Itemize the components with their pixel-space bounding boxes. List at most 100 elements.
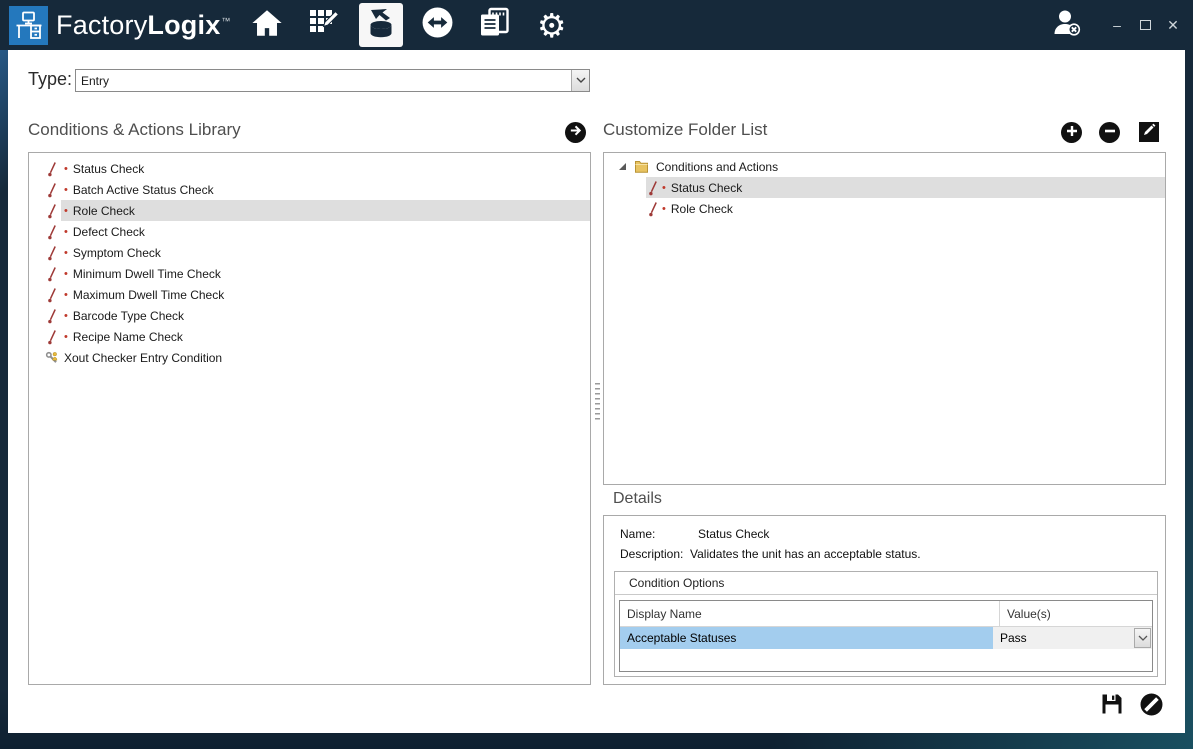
condition-options-group: Condition Options Display Name Value(s) …	[614, 571, 1158, 677]
library-item[interactable]: • Role Check	[29, 200, 590, 221]
maximize-button[interactable]	[1137, 17, 1153, 33]
library-item[interactable]: • Symptom Check	[29, 242, 590, 263]
bottom-actions	[1100, 695, 1163, 718]
description-value: Validates the unit has an acceptable sta…	[690, 547, 921, 561]
bullet-icon: •	[64, 331, 68, 343]
panel-splitter-grip[interactable]	[594, 383, 600, 423]
cancel-button[interactable]	[1140, 695, 1163, 718]
nav-settings[interactable]: ⚙	[530, 3, 574, 47]
library-item[interactable]: • Minimum Dwell Time Check	[29, 263, 590, 284]
option-value-dropdown[interactable]: Pass	[993, 627, 1152, 649]
chevron-down-icon[interactable]	[1134, 628, 1151, 648]
minimize-button[interactable]: –	[1109, 17, 1125, 33]
nav-production[interactable]	[359, 3, 403, 47]
window-controls: – ✕	[1109, 17, 1181, 33]
detail-description-row: Description: Validates the unit has an a…	[620, 547, 921, 561]
column-display-name: Display Name	[620, 601, 1000, 626]
folder-tree: Conditions and Actions • Status Check • …	[603, 152, 1166, 485]
options-table-body: Acceptable Statuses Pass	[620, 627, 1152, 649]
folder-icon	[634, 159, 649, 174]
description-label: Description:	[620, 547, 690, 561]
condition-options-table: Display Name Value(s) Acceptable Statuse…	[619, 600, 1153, 672]
library-item-label: Defect Check	[73, 225, 145, 239]
content-sheet: Type: Entry Conditions & Actions Library…	[8, 50, 1185, 733]
bullet-icon: •	[64, 205, 68, 217]
settings-gear-icon: ⚙	[537, 9, 567, 42]
arrow-right-circle-icon	[569, 124, 582, 142]
library-item-label: Xout Checker Entry Condition	[64, 351, 222, 365]
option-value: Pass	[1000, 631, 1134, 645]
bullet-icon: •	[64, 163, 68, 175]
tree-root-label: Conditions and Actions	[656, 160, 778, 174]
logout-user-button[interactable]	[1052, 9, 1083, 41]
library-item[interactable]: • Recipe Name Check	[29, 326, 590, 347]
grid-pencil-icon	[308, 7, 339, 43]
nav-transfer[interactable]	[416, 3, 460, 47]
condition-options-title: Condition Options	[615, 572, 1157, 595]
tree-item[interactable]: • Role Check	[604, 198, 1165, 219]
home-icon	[251, 9, 283, 42]
tree-children: • Status Check • Role Check	[604, 177, 1165, 219]
app-title: FactoryLogix™	[56, 10, 231, 41]
bullet-icon: •	[64, 268, 68, 280]
tree-item-label: Role Check	[671, 202, 733, 216]
chevron-down-icon[interactable]	[571, 70, 589, 91]
library-item-label: Barcode Type Check	[73, 309, 184, 323]
remove-folder-button[interactable]	[1099, 122, 1120, 143]
maximize-icon	[1140, 20, 1151, 30]
details-title: Details	[613, 490, 662, 508]
bullet-icon: •	[64, 184, 68, 196]
option-display-name: Acceptable Statuses	[620, 627, 1000, 649]
bullet-icon: •	[662, 203, 666, 215]
tree-root-row[interactable]: Conditions and Actions	[604, 156, 1165, 177]
library-item[interactable]: • Batch Active Status Check	[29, 179, 590, 200]
folders-title: Customize Folder List	[603, 120, 767, 140]
condition-icon	[646, 201, 660, 217]
library-item[interactable]: • Xout Checker Entry Condition	[29, 347, 590, 368]
column-values: Value(s)	[1000, 601, 1152, 626]
bullet-icon: •	[64, 289, 68, 301]
nav-authoring[interactable]	[302, 3, 346, 47]
type-dropdown-value: Entry	[76, 74, 571, 88]
library-item[interactable]: • Defect Check	[29, 221, 590, 242]
condition-icon	[45, 203, 59, 219]
library-item-label: Maximum Dwell Time Check	[73, 288, 224, 302]
type-label: Type:	[28, 69, 72, 90]
cancel-slash-icon	[1140, 693, 1163, 721]
minus-circle-icon	[1104, 124, 1116, 142]
library-item-label: Symptom Check	[73, 246, 161, 260]
add-folder-button[interactable]	[1061, 122, 1082, 143]
move-to-folder-button[interactable]	[565, 122, 586, 143]
bullet-icon: •	[64, 247, 68, 259]
edit-pencil-icon	[1142, 123, 1156, 142]
bullet-icon: •	[662, 182, 666, 194]
trademark: ™	[221, 16, 230, 26]
condition-icon	[45, 287, 59, 303]
close-button[interactable]: ✕	[1165, 17, 1181, 33]
condition-icon	[45, 182, 59, 198]
save-button[interactable]	[1100, 695, 1123, 718]
titlebar-right: – ✕	[1052, 9, 1181, 41]
nav-home[interactable]	[245, 3, 289, 47]
type-dropdown[interactable]: Entry	[75, 69, 590, 92]
library-item-label: Status Check	[73, 162, 144, 176]
detail-name-row: Name: Status Check	[620, 527, 769, 541]
edit-folder-button[interactable]	[1139, 122, 1159, 142]
tree-expander-icon[interactable]	[616, 162, 628, 171]
library-item[interactable]: • Barcode Type Check	[29, 305, 590, 326]
main-nav: ⚙	[245, 0, 574, 50]
bullet-icon: •	[64, 310, 68, 322]
nav-reports[interactable]	[473, 3, 517, 47]
library-item-label: Batch Active Status Check	[73, 183, 214, 197]
option-row[interactable]: Acceptable Statuses Pass	[620, 627, 1152, 649]
condition-icon	[45, 308, 59, 324]
production-database-icon	[367, 7, 395, 44]
library-item[interactable]: • Maximum Dwell Time Check	[29, 284, 590, 305]
library-item-label: Minimum Dwell Time Check	[73, 267, 221, 281]
options-table-header: Display Name Value(s)	[620, 601, 1152, 627]
sync-arrows-icon	[421, 6, 454, 44]
tree-item[interactable]: • Status Check	[604, 177, 1165, 198]
condition-icon	[45, 329, 59, 345]
bullet-icon: •	[64, 226, 68, 238]
library-item[interactable]: • Status Check	[29, 158, 590, 179]
